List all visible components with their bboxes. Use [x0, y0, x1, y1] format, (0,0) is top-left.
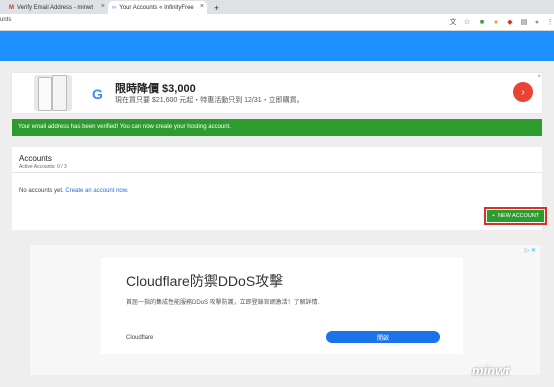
ad-description: 首屈一指的集成性能服務DDoS 攻擊防護，立即登錄官網激活！了解詳情. [126, 300, 320, 306]
translate-icon[interactable]: 文 [448, 17, 458, 27]
new-account-label: NEW ACCOUNT [497, 213, 540, 219]
menu-icon[interactable]: ⋮ [545, 17, 554, 27]
extension-icon[interactable]: ◆ [505, 17, 515, 27]
star-icon[interactable]: ☆ [462, 17, 472, 27]
profile-icon[interactable]: ● [532, 17, 542, 27]
ad-title: 限時降價 $3,000 [115, 83, 196, 95]
accounts-panel: Accounts Active Accounts: 0 / 3 No accou… [12, 147, 547, 230]
close-tab-icon[interactable]: × [200, 3, 204, 10]
new-tab-button[interactable]: + [210, 1, 222, 14]
tab-label: Verify Email Address - minwt [17, 4, 94, 11]
gmail-icon: M [9, 4, 14, 11]
google-logo: G [92, 86, 103, 102]
new-account-highlight: + NEW ACCOUNT [484, 207, 547, 225]
success-alert: Your email address has been verified! Yo… [12, 119, 542, 136]
cloudflare-ad-card[interactable]: Cloudflare防禦DDoS攻擊 首屈一指的集成性能服務DDoS 攻擊防護，… [101, 258, 463, 354]
site-favicon: ∞ [112, 4, 117, 11]
page-title: Accounts [19, 154, 52, 163]
address-bar[interactable]: unts [0, 17, 11, 23]
watermark: minwt [472, 363, 510, 378]
panel-header: Accounts Active Accounts: 0 / 3 [12, 147, 542, 173]
extension-icon[interactable]: ▤ [519, 17, 529, 27]
advertiser-name: Cloudflare [126, 335, 154, 341]
extension-icon[interactable]: ■ [477, 17, 487, 27]
tab-your-accounts[interactable]: ∞ Your Accounts « InfinityFree × [108, 1, 207, 14]
active-accounts-count: Active Accounts: 0 / 3 [19, 164, 67, 170]
site-header [0, 31, 554, 61]
arrow-right-icon[interactable]: › [513, 82, 533, 102]
tab-verify-email[interactable]: M Verify Email Address - minwt × [5, 1, 108, 14]
ad-close-icon[interactable]: × [537, 74, 541, 80]
new-account-button[interactable]: + NEW ACCOUNT [487, 210, 544, 222]
ad-subtitle: 現在買只要 $21,600 元起・特惠活動只到 12/31・立即購買。 [115, 97, 304, 104]
ad-banner-top[interactable]: G 限時降價 $3,000 現在買只要 $21,600 元起・特惠活動只到 12… [12, 73, 542, 113]
close-tab-icon[interactable]: × [101, 3, 105, 10]
extension-icon[interactable]: ● [491, 17, 501, 27]
tab-bar: M Verify Email Address - minwt × ∞ Your … [0, 0, 554, 14]
create-account-link[interactable]: Create an account now. [65, 188, 128, 194]
plus-icon: + [491, 213, 495, 219]
ad-choices-icon[interactable]: ▷ ✕ [525, 247, 536, 254]
tab-label: Your Accounts « InfinityFree [119, 4, 194, 11]
empty-state: No accounts yet. Create an account now. [19, 188, 128, 194]
ad-title: Cloudflare防禦DDoS攻擊 [126, 273, 284, 289]
browser-toolbar: unts 文 ☆ ■ ● ◆ ▤ ● ⋮ [0, 14, 554, 31]
open-button[interactable]: 開啟 [326, 331, 440, 343]
phone-image [34, 75, 72, 111]
empty-text: No accounts yet. [19, 188, 64, 194]
